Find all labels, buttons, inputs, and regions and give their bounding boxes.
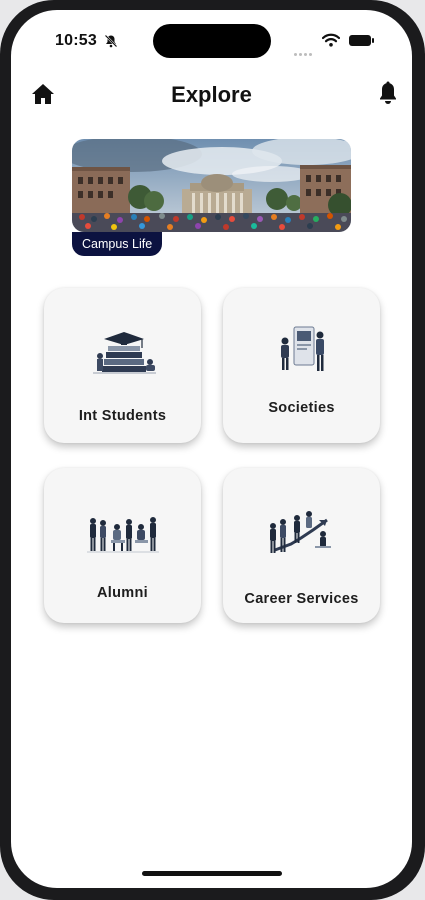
card-career-services[interactable]: Career Services [223, 468, 380, 623]
alumni-group-icon [44, 513, 201, 563]
banner-label: Campus Life [72, 232, 163, 256]
dynamic-island [153, 24, 271, 58]
card-label: Career Services [244, 591, 359, 607]
home-indicator[interactable] [142, 871, 282, 876]
card-label: Societies [268, 400, 335, 416]
status-time: 10:53 [55, 32, 97, 49]
card-label: Int Students [78, 408, 167, 424]
app-screen: 10:53 Explore Campus Life Int Students S… [11, 10, 412, 888]
card-societies[interactable]: Societies [223, 288, 380, 443]
societies-people-icon [223, 323, 380, 373]
battery-icon [349, 35, 374, 46]
cellular-signal-icon [294, 43, 314, 61]
wifi-icon [322, 33, 340, 47]
bell-slash-icon [104, 34, 118, 48]
card-int-students[interactable]: Int Students [44, 288, 201, 443]
bell-icon[interactable] [377, 81, 399, 105]
page-title: Explore [171, 82, 252, 107]
card-alumni[interactable]: Alumni [44, 468, 201, 623]
campus-photo [72, 139, 351, 232]
card-label: Alumni [97, 585, 148, 601]
career-growth-icon [223, 510, 380, 560]
campus-life-banner[interactable] [72, 139, 351, 232]
graduation-books-icon [44, 328, 201, 378]
